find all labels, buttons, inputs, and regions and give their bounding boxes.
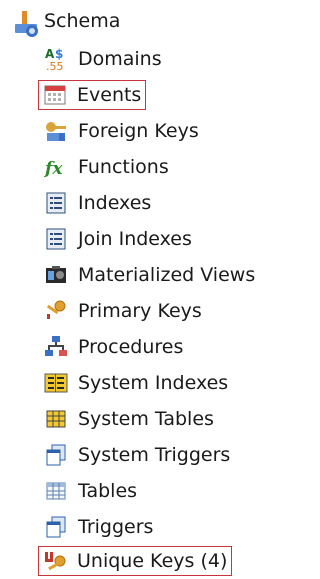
tree-item-functions[interactable]: fx Functions: [44, 152, 169, 182]
tree-item-system-triggers[interactable]: System Triggers: [44, 440, 230, 470]
tree-item-label: Materialized Views: [78, 264, 256, 286]
indexes-icon: [44, 191, 68, 215]
tree-item-label: System Triggers: [78, 444, 231, 466]
tree-item-primary-keys[interactable]: Primary Keys: [44, 296, 202, 326]
foreign-keys-icon: [44, 119, 68, 143]
tree-item-label: Indexes: [78, 192, 152, 214]
domains-icon: A $ .55: [44, 47, 68, 73]
join-indexes-icon: [44, 227, 68, 251]
tree-item-events[interactable]: Events: [38, 80, 147, 110]
tree-item-join-indexes[interactable]: Join Indexes: [44, 224, 192, 254]
tree-item-system-indexes[interactable]: System Indexes: [44, 368, 228, 398]
materialized-views-icon: [44, 263, 68, 287]
tree-item-label: System Indexes: [78, 372, 229, 394]
tables-icon: [44, 479, 68, 503]
svg-text:.55: .55: [46, 60, 64, 71]
unique-keys-icon: [43, 549, 67, 573]
tree-item-indexes[interactable]: Indexes: [44, 188, 151, 218]
tree-item-label: Functions: [78, 156, 169, 178]
triggers-icon: [44, 515, 68, 539]
functions-icon: fx: [44, 155, 68, 179]
tree-item-label: Primary Keys: [78, 300, 202, 322]
tree-node-label: Schema: [44, 10, 121, 32]
procedures-icon: [44, 335, 68, 359]
tree-item-system-tables[interactable]: System Tables: [44, 404, 214, 434]
tree-item-materialized-views[interactable]: Materialized Views: [44, 260, 255, 290]
tree-item-foreign-keys[interactable]: Foreign Keys: [44, 116, 199, 146]
tree-node-schema[interactable]: Schema: [12, 6, 121, 37]
system-tables-icon: [44, 407, 68, 431]
tree-item-triggers[interactable]: Triggers: [44, 512, 153, 542]
svg-text:fx: fx: [44, 159, 63, 179]
tree-item-unique-keys[interactable]: Unique Keys (4): [38, 546, 233, 576]
system-triggers-icon: [44, 443, 68, 467]
tree-item-label: Triggers: [78, 516, 154, 538]
tree-item-label: Join Indexes: [78, 228, 192, 250]
tree-item-label: Foreign Keys: [78, 120, 199, 142]
system-indexes-icon: [44, 371, 68, 395]
tree-item-label: Domains: [78, 48, 162, 70]
primary-keys-icon: [44, 299, 68, 323]
tree-item-label: Unique Keys (4): [77, 550, 228, 572]
svg-text:$: $: [55, 47, 63, 61]
tree-item-domains[interactable]: A $ .55 Domains: [44, 44, 162, 74]
tree-item-procedures[interactable]: Procedures: [44, 332, 183, 362]
schema-folder-icon: [12, 9, 38, 37]
tree-item-label: Procedures: [78, 336, 184, 358]
svg-text:A: A: [45, 47, 55, 61]
tree-item-label: Tables: [78, 480, 138, 502]
tree-item-tables[interactable]: Tables: [44, 476, 137, 506]
tree-item-label: System Tables: [78, 408, 214, 430]
schema-tree: Schema A $ .55 Domains Events Foreign Ke…: [0, 0, 289, 579]
tree-item-label: Events: [77, 84, 142, 106]
events-icon: [43, 83, 67, 107]
